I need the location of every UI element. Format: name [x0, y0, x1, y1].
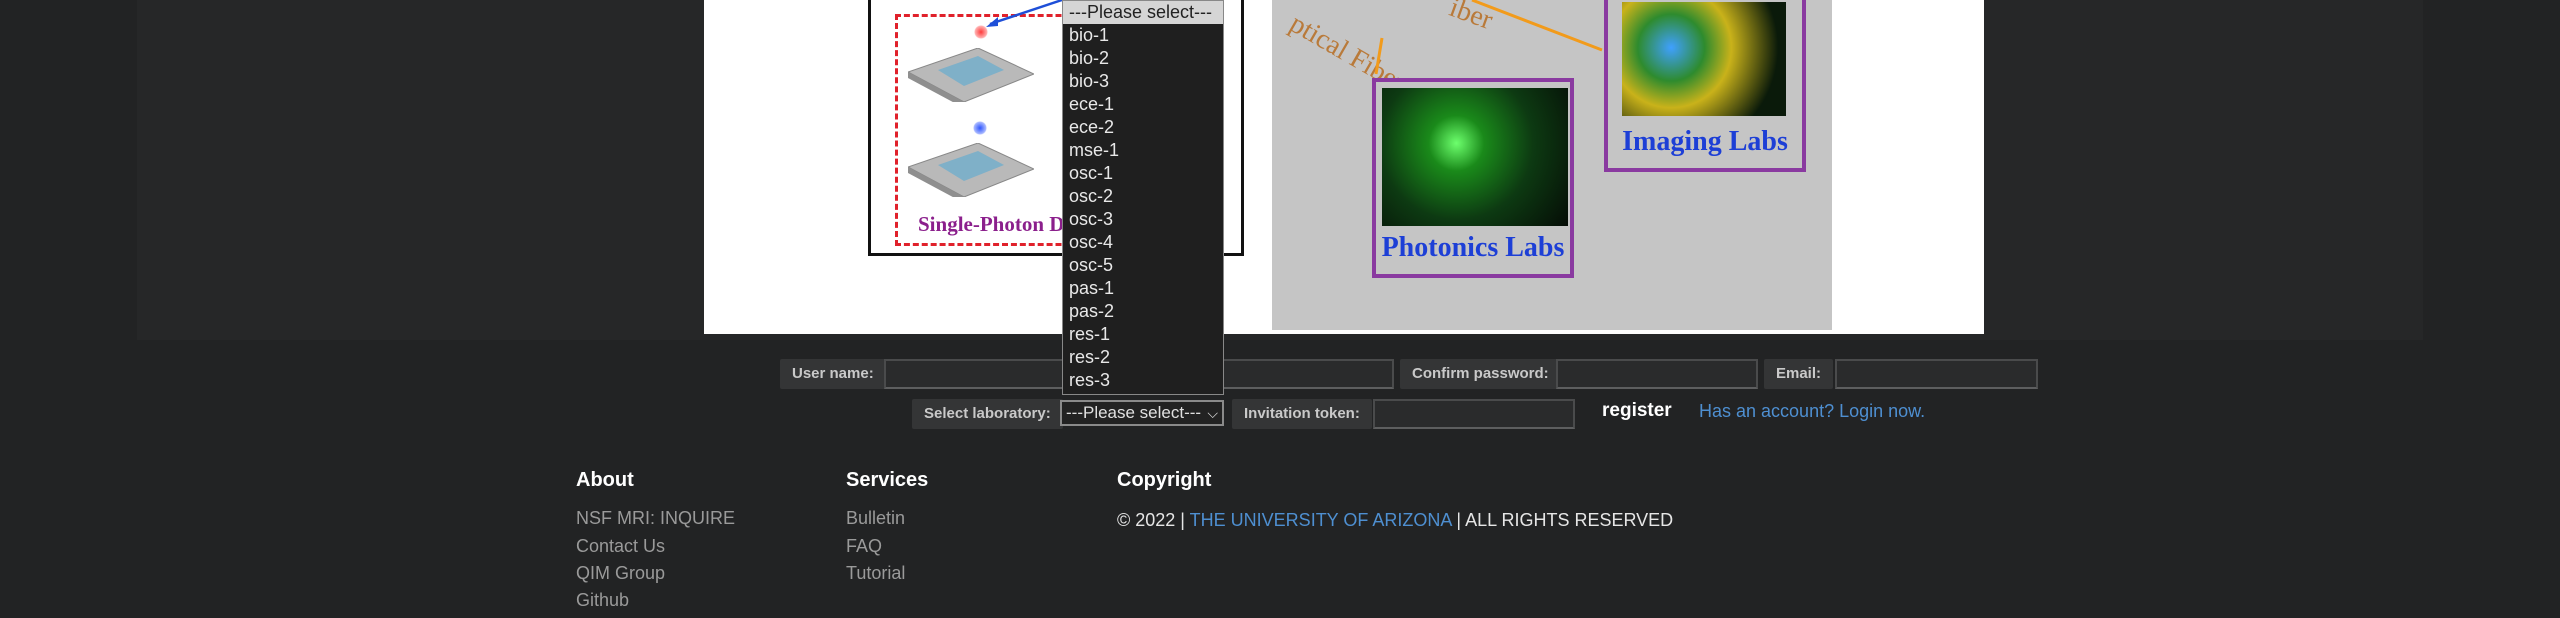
footer-about-title: About: [576, 469, 634, 491]
blue-arrow-icon: [986, 0, 1063, 27]
footer-services-title: Services: [846, 469, 929, 491]
footer-copyright-title: Copyright: [1117, 469, 1212, 491]
red-photon-dot: [974, 25, 988, 39]
dropdown-option[interactable]: res-1: [1063, 323, 1223, 346]
footer-link-tutorial[interactable]: Tutorial: [846, 563, 905, 584]
invitation-token-input[interactable]: [1373, 399, 1575, 429]
dropdown-option[interactable]: ece-1: [1063, 93, 1223, 116]
imaging-labs-caption: Imaging Labs: [1622, 126, 1788, 157]
footer-link-faq[interactable]: FAQ: [846, 536, 882, 557]
footer-link-nsf-mri[interactable]: NSF MRI: INQUIRE: [576, 508, 735, 529]
lab-panel: ptical Fiber iber Photonics Labs Imaging…: [1272, 0, 1832, 330]
username-label: User name:: [780, 359, 886, 389]
email-label: Email:: [1764, 359, 1834, 389]
register-button[interactable]: register: [1602, 400, 1672, 422]
copyright-suffix: | ALL RIGHTS RESERVED: [1456, 510, 1674, 530]
photonics-labs-caption: Photonics Labs: [1381, 232, 1565, 263]
footer-link-qim-group[interactable]: QIM Group: [576, 563, 665, 584]
laboratory-dropdown-list[interactable]: ---Please select--- bio-1 bio-2 bio-3 ece-1 e…: [1062, 0, 1224, 395]
dropdown-option[interactable]: ---Please select---: [1063, 1, 1223, 24]
dropdown-option[interactable]: bio-2: [1063, 47, 1223, 70]
photonics-lab-photo: [1382, 88, 1568, 226]
dropdown-option[interactable]: mse-1: [1063, 139, 1223, 162]
dropdown-option[interactable]: pas-1: [1063, 277, 1223, 300]
detector-chip-bottom: [908, 143, 1034, 197]
dropdown-option[interactable]: ece-2: [1063, 116, 1223, 139]
dropdown-option[interactable]: res-3: [1063, 369, 1223, 392]
login-link[interactable]: Has an account? Login now.: [1699, 401, 1925, 422]
dropdown-option[interactable]: osc-1: [1063, 162, 1223, 185]
copyright-text: © 2022 | THE UNIVERSITY OF ARIZONA | ALL…: [1117, 510, 1673, 531]
dropdown-option[interactable]: osc-3: [1063, 208, 1223, 231]
photonics-labs-box: Photonics Labs: [1372, 78, 1574, 278]
hero-image: Single-Photon D ptical Fiber iber Photon…: [704, 0, 1984, 334]
email-input[interactable]: [1835, 359, 2038, 389]
single-photon-label: Single-Photon D: [918, 212, 1065, 236]
footer-link-bulletin[interactable]: Bulletin: [846, 508, 905, 529]
footer-link-github[interactable]: Github: [576, 590, 629, 611]
chevron-down-icon: ⌵: [1207, 405, 1218, 421]
laboratory-select[interactable]: ---Please select--- ⌵: [1060, 400, 1224, 426]
invitation-token-label: Invitation token:: [1232, 399, 1372, 429]
confirm-password-input[interactable]: [1556, 359, 1758, 389]
dropdown-option[interactable]: bio-3: [1063, 70, 1223, 93]
dropdown-option[interactable]: res-2: [1063, 346, 1223, 369]
blue-photon-dot: [973, 121, 987, 135]
university-link[interactable]: THE UNIVERSITY OF ARIZONA: [1190, 510, 1452, 530]
dropdown-option[interactable]: bio-1: [1063, 24, 1223, 47]
imaging-labs-box: Imaging Labs: [1604, 0, 1806, 172]
footer-link-contact-us[interactable]: Contact Us: [576, 536, 665, 557]
dropdown-option[interactable]: pas-2: [1063, 300, 1223, 323]
dropdown-option[interactable]: osc-4: [1063, 231, 1223, 254]
confirm-password-label: Confirm password:: [1400, 359, 1561, 389]
dropdown-option[interactable]: osc-2: [1063, 185, 1223, 208]
detector-chip-top: [908, 48, 1034, 102]
copyright-prefix: © 2022 |: [1117, 510, 1185, 530]
imaging-lab-photo: [1622, 2, 1786, 116]
laboratory-select-value: ---Please select---: [1066, 403, 1202, 422]
select-laboratory-label: Select laboratory:: [912, 399, 1063, 429]
dropdown-option[interactable]: osc-5: [1063, 254, 1223, 277]
